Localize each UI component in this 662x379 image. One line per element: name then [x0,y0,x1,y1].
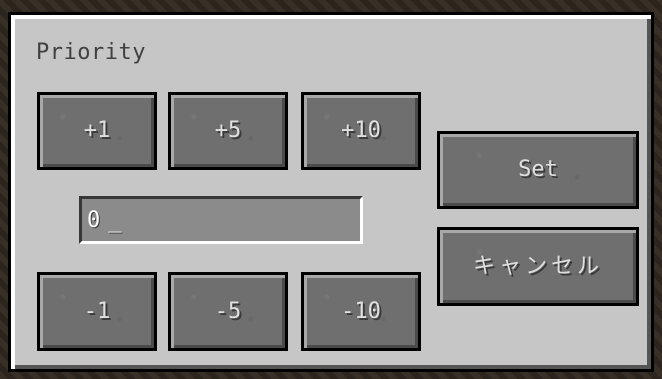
plus-1-label: +1 [83,118,111,143]
priority-dialog: Priority +1 +5 +10 0 _ -1 -5 -10 Set キャン… [8,12,654,372]
cancel-button[interactable]: キャンセル [437,227,639,306]
set-button[interactable]: Set [437,131,639,209]
plus-5-label: +5 [214,118,242,143]
dialog-title: Priority [36,40,146,65]
minus-1-button[interactable]: -1 [37,272,157,351]
minus-1-label: -1 [83,298,111,324]
minus-10-label: -10 [341,298,381,324]
plus-1-button[interactable]: +1 [37,92,157,170]
text-cursor: _ [108,207,122,233]
cancel-label: キャンセル [472,253,603,279]
plus-10-label: +10 [341,118,381,143]
minus-5-button[interactable]: -5 [168,272,288,351]
set-label: Set [518,157,558,182]
minus-5-label: -5 [214,298,242,324]
plus-10-button[interactable]: +10 [301,92,421,170]
priority-input[interactable]: 0 _ [79,196,363,244]
minus-10-button[interactable]: -10 [301,272,421,351]
priority-value: 0 [87,207,101,233]
plus-5-button[interactable]: +5 [168,92,288,170]
